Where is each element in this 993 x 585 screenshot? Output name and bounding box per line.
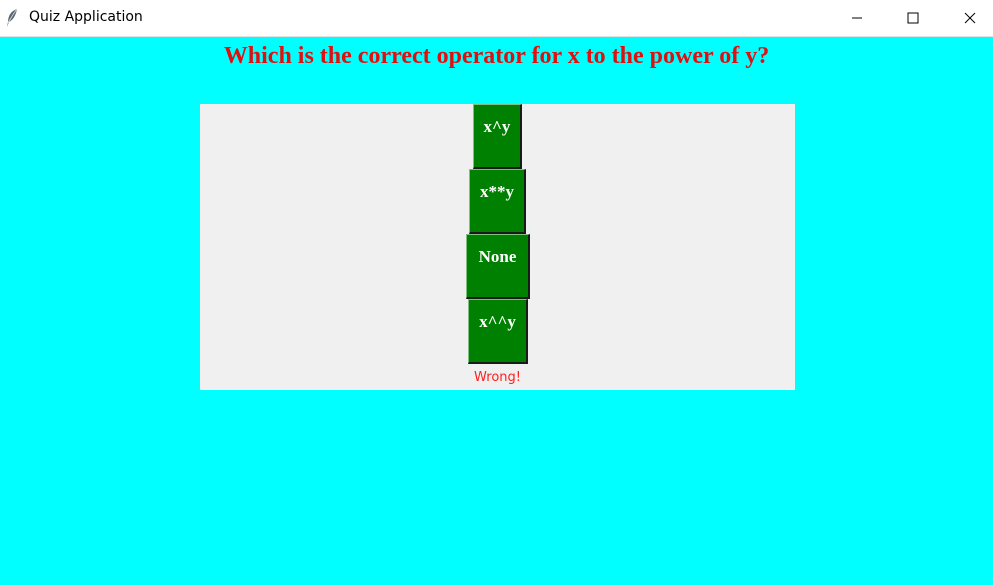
option-button-4[interactable]: x^^y [468,299,528,364]
options-panel: x^y x**y None x^^y Wrong! [200,104,795,390]
feedback-label: Wrong! [474,370,521,385]
option-button-1[interactable]: x^y [473,104,522,169]
close-icon [964,12,976,24]
minimize-icon [851,12,863,24]
option-button-3[interactable]: None [466,234,530,299]
window-title: Quiz Application [29,9,143,25]
maximize-button[interactable] [890,0,936,36]
question-text: Which is the correct operator for x to t… [223,43,770,69]
minimize-button[interactable] [834,0,880,36]
maximize-icon [907,12,919,24]
option-button-2[interactable]: x**y [469,169,526,234]
title-bar: Quiz Application [0,0,993,37]
feather-icon [5,8,19,28]
close-button[interactable] [947,0,993,36]
